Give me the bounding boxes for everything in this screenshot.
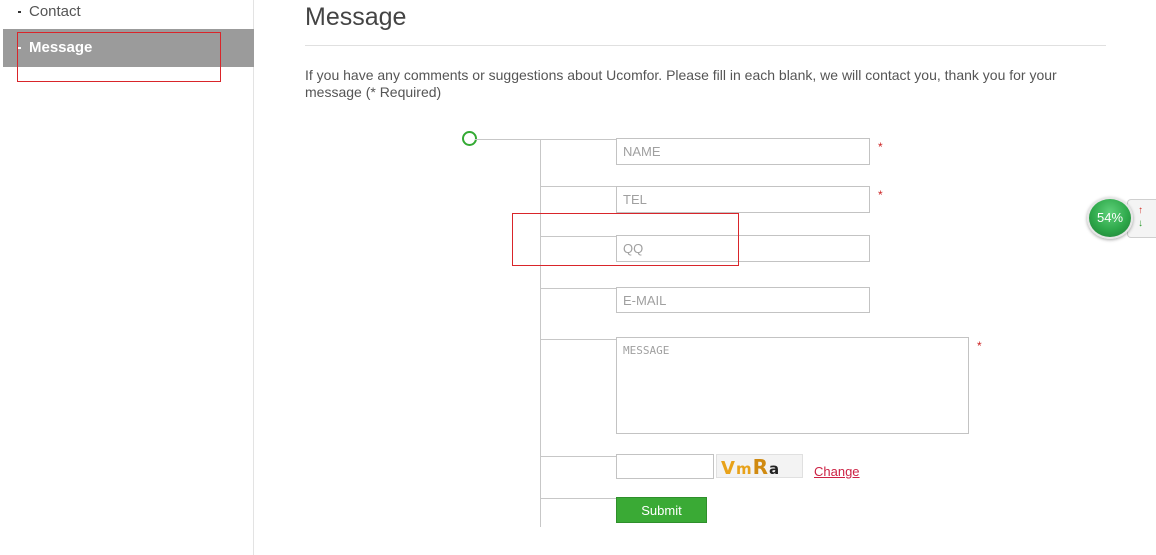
sidebar-item-label: Contact: [29, 3, 81, 20]
sidebar: Contact Message: [0, 0, 254, 555]
required-mark: *: [878, 140, 883, 154]
required-mark: *: [878, 188, 883, 202]
captcha-char: m: [735, 460, 753, 478]
intro-text: If you have any comments or suggestions …: [305, 67, 1057, 100]
arrow-down-icon: ↓: [1138, 218, 1143, 229]
sidebar-item-contact[interactable]: Contact: [3, 0, 254, 31]
tel-field[interactable]: [616, 186, 870, 213]
captcha-char: R: [752, 455, 769, 479]
name-field[interactable]: [616, 138, 870, 165]
change-captcha-link[interactable]: Change: [814, 464, 860, 479]
tree-trunk-line: [540, 139, 541, 527]
captcha-char: a: [768, 460, 781, 478]
sidebar-item-message[interactable]: Message: [3, 29, 254, 67]
email-field[interactable]: [616, 287, 870, 313]
tree-branch-line: [540, 186, 616, 187]
tree-branch-line: [540, 456, 616, 457]
tree-branch-line: [540, 236, 616, 237]
arrow-up-icon: ↑: [1138, 205, 1143, 216]
percent-badge[interactable]: 54%: [1087, 197, 1133, 239]
captcha-input[interactable]: [616, 454, 714, 479]
submit-button[interactable]: Submit: [616, 497, 707, 523]
tree-branch-line: [540, 498, 616, 499]
sidebar-item-label: Message: [29, 39, 93, 56]
qq-field[interactable]: [616, 235, 870, 262]
captcha-char: V: [721, 458, 736, 479]
bullet-icon: [18, 47, 21, 49]
page-title: Message: [305, 3, 407, 31]
required-mark: *: [977, 339, 982, 353]
tree-branch-line: [540, 339, 616, 340]
speed-widget[interactable]: ↑ ↓ 54%: [1087, 197, 1156, 239]
bullet-icon: [18, 11, 21, 13]
captcha-image: VmRa: [716, 454, 803, 479]
title-divider: [305, 45, 1106, 46]
message-field[interactable]: [616, 337, 969, 434]
tree-branch-line: [475, 139, 616, 140]
tree-branch-line: [540, 288, 616, 289]
